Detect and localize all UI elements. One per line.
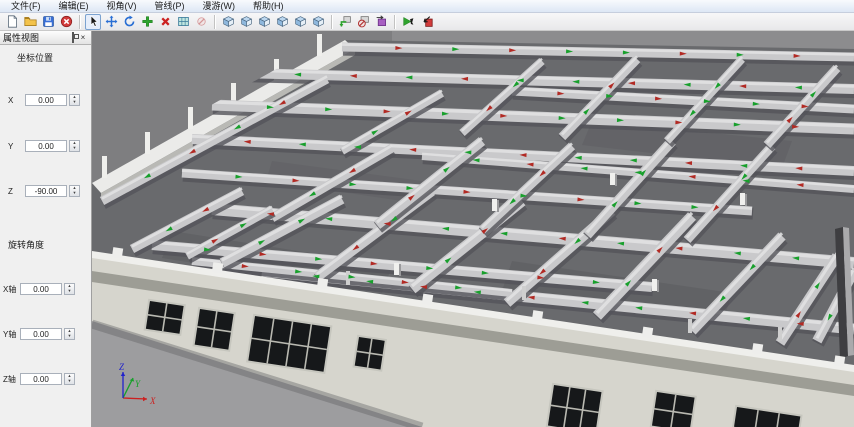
- position-group-label: 坐标位置: [17, 51, 53, 64]
- position-x-row: X ▲▼: [3, 93, 80, 107]
- snapshot-button[interactable]: [175, 14, 191, 30]
- rotation-x-row: X轴 ▲▼: [3, 282, 75, 296]
- position-y-row: Y ▲▼: [3, 139, 80, 153]
- stop-icon: [60, 15, 73, 28]
- save-icon: [42, 15, 55, 28]
- rotation-group-label: 旋转角度: [8, 238, 44, 251]
- rotation-z-stepper[interactable]: ▲▼: [64, 373, 75, 385]
- rotation-z-input[interactable]: [20, 373, 62, 385]
- view-cube-6-button[interactable]: [310, 14, 326, 30]
- view-cube-1-button[interactable]: [220, 14, 236, 30]
- roam-exit-icon: [420, 15, 433, 28]
- roam-start-button[interactable]: [400, 14, 416, 30]
- no-entry-icon: [195, 15, 208, 28]
- close-icon[interactable]: ×: [78, 33, 88, 43]
- save-button[interactable]: [40, 14, 56, 30]
- move-tool-button[interactable]: [103, 14, 119, 30]
- position-y-stepper[interactable]: ▲▼: [69, 140, 80, 152]
- view-cube-2-icon: [240, 15, 253, 28]
- rotation-x-stepper[interactable]: ▲▼: [64, 283, 75, 295]
- scene-3d: X Y Z: [92, 31, 854, 427]
- view-cube-6-icon: [312, 15, 325, 28]
- position-z-stepper[interactable]: ▲▼: [69, 185, 80, 197]
- delete-icon: [159, 15, 172, 28]
- select-tool-button[interactable]: [85, 14, 101, 30]
- view-cube-2-button[interactable]: [238, 14, 254, 30]
- new-file-button[interactable]: [4, 14, 20, 30]
- toolbar-separator: [331, 15, 332, 29]
- roam-start-icon: [402, 15, 415, 28]
- view-cube-5-button[interactable]: [292, 14, 308, 30]
- position-x-stepper[interactable]: ▲▼: [69, 94, 80, 106]
- toolbar-separator: [394, 15, 395, 29]
- toolbar-separator: [79, 15, 80, 29]
- menu-bar: 文件(F) 编辑(E) 视角(V) 管线(P) 漫游(W) 帮助(H): [0, 0, 854, 13]
- menu-file[interactable]: 文件(F): [2, 0, 50, 12]
- position-z-row: Z ▲▼: [3, 184, 80, 198]
- delete-button[interactable]: [157, 14, 173, 30]
- menu-help[interactable]: 帮助(H): [244, 0, 293, 12]
- rotation-y-row: Y轴 ▲▼: [3, 327, 75, 341]
- position-z-label: Z: [3, 187, 25, 196]
- new-file-icon: [6, 15, 19, 28]
- add-button[interactable]: [139, 14, 155, 30]
- properties-panel-body: 坐标位置 X ▲▼ Y ▲▼ Z ▲▼ 旋转角度: [0, 45, 91, 427]
- rotation-z-row: Z轴 ▲▼: [3, 372, 75, 386]
- menu-roam[interactable]: 漫游(W): [194, 0, 245, 12]
- roam-exit-button[interactable]: [418, 14, 434, 30]
- move-icon: [105, 15, 118, 28]
- rotate-icon: [123, 15, 136, 28]
- application-window: 文件(F) 编辑(E) 视角(V) 管线(P) 漫游(W) 帮助(H): [0, 0, 854, 427]
- rotation-y-input[interactable]: [20, 328, 62, 340]
- select-cursor-icon: [87, 15, 100, 28]
- float-window-icon[interactable]: [68, 33, 78, 43]
- rotation-x-label: X轴: [3, 284, 20, 295]
- toolbar: [0, 13, 854, 31]
- rotation-y-stepper[interactable]: ▲▼: [64, 328, 75, 340]
- pipe-edit-icon: [375, 15, 388, 28]
- snapshot-icon: [177, 15, 190, 28]
- rotation-z-label: Z轴: [3, 374, 20, 385]
- view-cube-4-icon: [276, 15, 289, 28]
- rotate-tool-button[interactable]: [121, 14, 137, 30]
- menu-pipe[interactable]: 管线(P): [146, 0, 194, 12]
- no-entry-button[interactable]: [193, 14, 209, 30]
- position-z-input[interactable]: [25, 185, 67, 197]
- pipe-import-icon: [339, 15, 352, 28]
- rotation-x-input[interactable]: [20, 283, 62, 295]
- view-cube-3-icon: [258, 15, 271, 28]
- axis-x-label: X: [149, 396, 156, 406]
- pipe-import-button[interactable]: [337, 14, 353, 30]
- pipe-delete-button[interactable]: [355, 14, 371, 30]
- position-x-input[interactable]: [25, 94, 67, 106]
- viewport-3d[interactable]: X Y Z: [92, 31, 854, 427]
- add-icon: [141, 15, 154, 28]
- properties-panel: 属性视图 × 坐标位置 X ▲▼ Y ▲▼ Z: [0, 31, 92, 427]
- open-file-icon: [24, 15, 37, 28]
- view-cube-4-button[interactable]: [274, 14, 290, 30]
- view-cube-3-button[interactable]: [256, 14, 272, 30]
- position-y-input[interactable]: [25, 140, 67, 152]
- rotation-y-label: Y轴: [3, 329, 20, 340]
- view-cube-5-icon: [294, 15, 307, 28]
- open-file-button[interactable]: [22, 14, 38, 30]
- view-cube-1-icon: [222, 15, 235, 28]
- menu-view[interactable]: 视角(V): [98, 0, 146, 12]
- menu-edit[interactable]: 编辑(E): [50, 0, 98, 12]
- stop-button[interactable]: [58, 14, 74, 30]
- pipe-delete-icon: [357, 15, 370, 28]
- position-y-label: Y: [3, 142, 25, 151]
- panel-title: 属性视图: [3, 31, 68, 44]
- properties-panel-titlebar[interactable]: 属性视图 ×: [0, 31, 91, 45]
- toolbar-separator: [214, 15, 215, 29]
- position-x-label: X: [3, 96, 25, 105]
- pipe-edit-button[interactable]: [373, 14, 389, 30]
